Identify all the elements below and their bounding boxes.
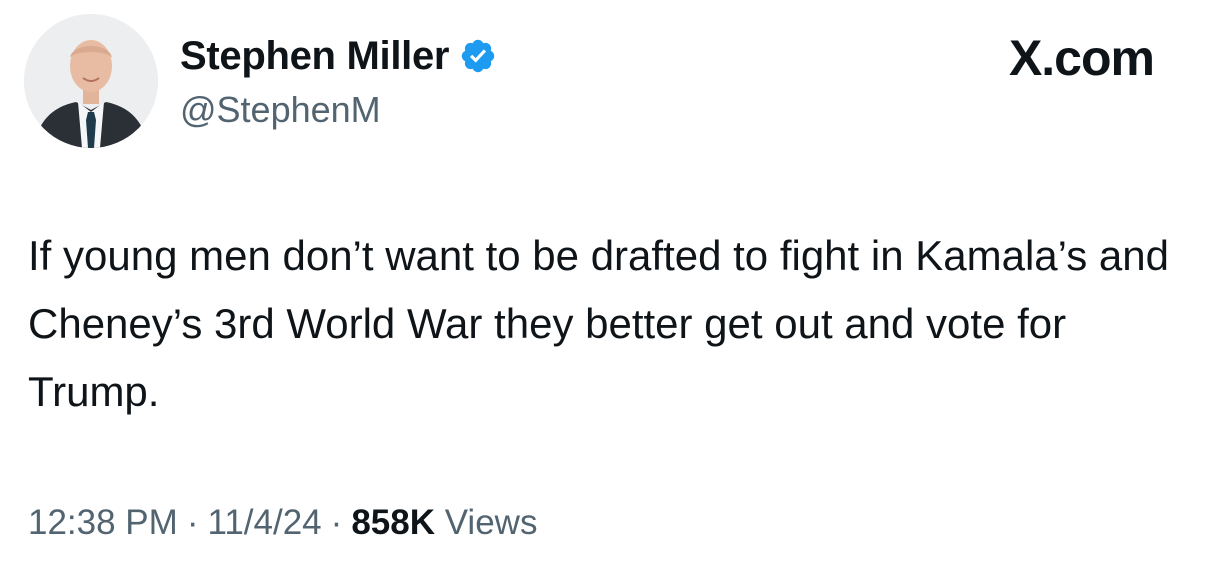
tweet-time[interactable]: 12:38 PM	[28, 503, 178, 542]
avatar[interactable]	[24, 14, 158, 148]
meta-separator: ·	[330, 503, 343, 542]
tweet-meta: 12:38 PM · 11/4/24 · 858K Views	[28, 498, 537, 548]
views-label: Views	[444, 503, 538, 542]
views-count[interactable]: 858K	[351, 503, 435, 542]
author-name-row: Stephen Miller	[180, 30, 497, 82]
author-handle[interactable]: @StephenM	[180, 86, 381, 134]
author-display-name[interactable]: Stephen Miller	[180, 30, 449, 82]
tweet-date[interactable]: 11/4/24	[207, 503, 321, 542]
brand-label: X.com	[1008, 30, 1155, 86]
tweet-text: If young men don’t want to be drafted to…	[28, 232, 1169, 415]
meta-separator: ·	[186, 503, 199, 542]
profile-photo-icon	[24, 14, 158, 148]
verified-badge-icon[interactable]	[459, 37, 497, 75]
